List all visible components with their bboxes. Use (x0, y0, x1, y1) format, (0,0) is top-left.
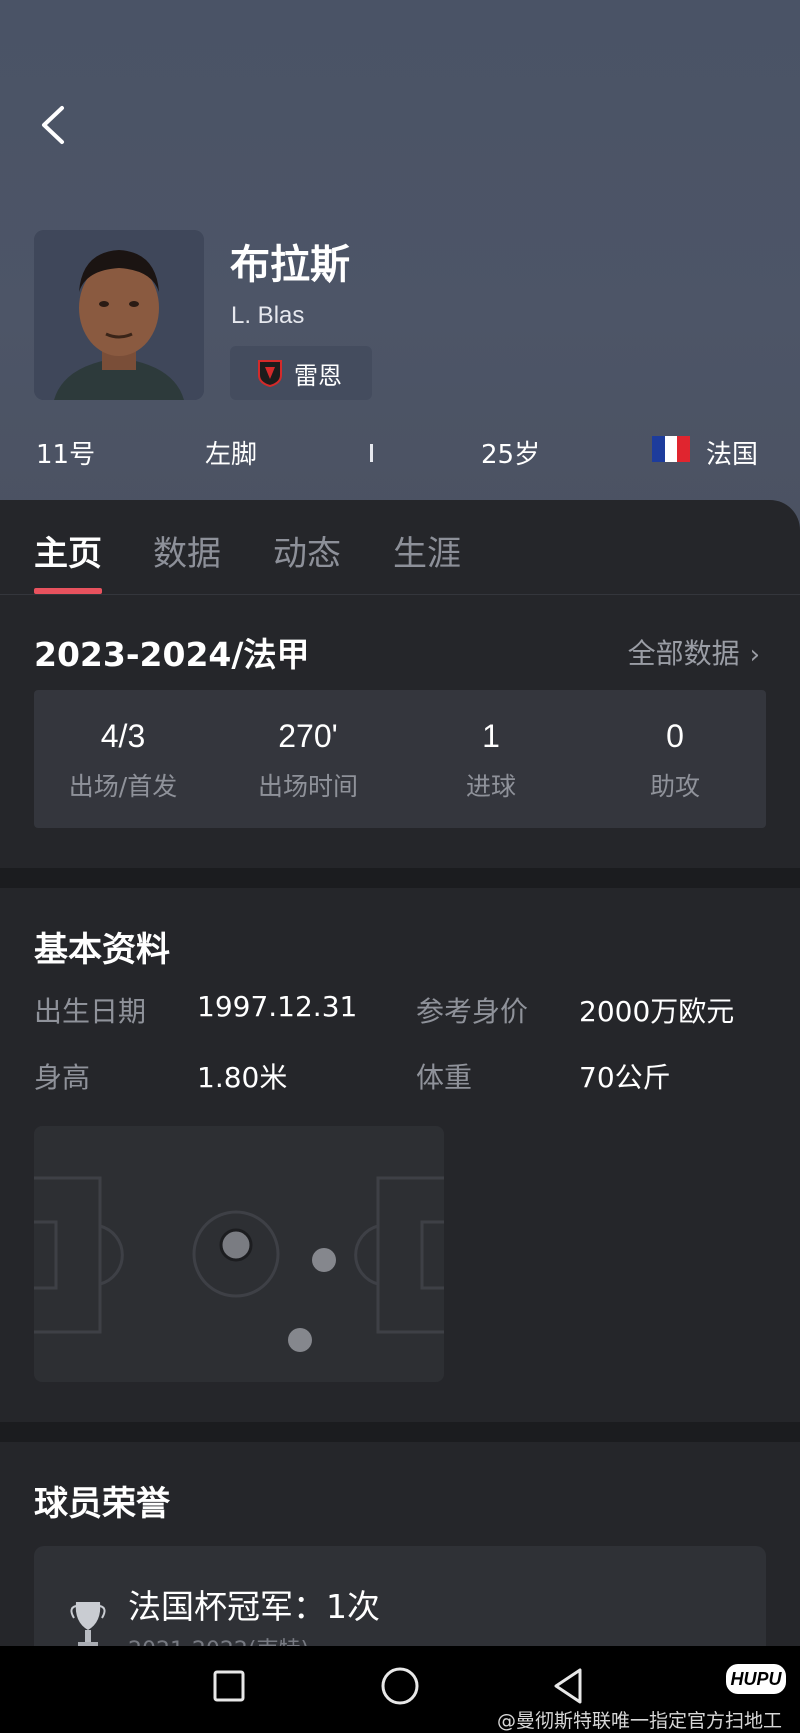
back-arrow-icon[interactable] (36, 100, 72, 150)
season-title: 2023-2024/法甲 (34, 635, 310, 674)
content-sheet: 主页 数据 动态 生涯 2023-2024/法甲 全部数据 › 4/3 出场/首发… (0, 500, 800, 1686)
stat-label: 出场时间 (257, 772, 358, 801)
tab-career[interactable]: 生涯 (393, 526, 461, 575)
stat-goals: 1 进球 (401, 718, 581, 803)
position-marker (312, 1248, 336, 1272)
market-value: 2000万欧元 (579, 995, 735, 1028)
height-value: 1.80米 (197, 1061, 288, 1094)
club-name: 雷恩 (294, 361, 342, 390)
tab-news[interactable]: 动态 (273, 526, 341, 575)
stat-minutes: 270' 出场时间 (218, 718, 398, 803)
back-triangle-icon[interactable] (548, 1664, 592, 1708)
section-separator (0, 1422, 800, 1442)
system-navigation-bar: HUPU @曼彻斯特联唯一指定官方扫地工 (0, 1646, 800, 1733)
player-name-cn: 布拉斯 (230, 242, 350, 288)
player-photo (34, 230, 204, 400)
honor-title: 法国杯冠军：1次 (128, 1587, 380, 1626)
player-nationality: 法国 (706, 440, 759, 470)
stat-assists: 0 助攻 (585, 718, 765, 803)
player-age: 25岁 (481, 440, 541, 470)
preferred-foot: 左脚 (205, 440, 258, 470)
weight-value: 70公斤 (579, 1061, 671, 1094)
rennes-logo-icon (258, 360, 282, 387)
birth-date-label: 出生日期 (34, 995, 147, 1028)
recent-apps-icon[interactable] (207, 1664, 251, 1708)
club-badge[interactable]: 雷恩 (230, 346, 372, 400)
stat-value: 4/3 (100, 718, 146, 754)
stat-value: 0 (666, 718, 684, 754)
all-data-link[interactable]: 全部数据 › (628, 632, 760, 672)
tab-bar: 主页 数据 动态 生涯 (0, 500, 800, 595)
shirt-number: 11号 (36, 440, 96, 470)
pitch-diagram (34, 1176, 444, 1352)
tab-home[interactable]: 主页 (34, 526, 102, 575)
stat-label: 进球 (465, 772, 516, 801)
tab-data[interactable]: 数据 (153, 526, 221, 575)
weight-label: 体重 (416, 1061, 473, 1094)
basic-info-title: 基本资料 (34, 930, 170, 970)
all-data-label: 全部数据 (627, 637, 740, 670)
chevron-right-icon: › (749, 640, 760, 670)
position-marker (288, 1328, 312, 1352)
height-label: 身高 (34, 1061, 91, 1094)
info-divider (370, 444, 373, 462)
stat-value: 1 (482, 718, 500, 754)
player-name-en: L. Blas (231, 302, 305, 329)
position-marker-primary (219, 1228, 253, 1262)
birth-date-value: 1997.12.31 (197, 990, 358, 1023)
player-avatar (34, 230, 204, 400)
player-header: 布拉斯 L. Blas 雷恩 11号 左脚 25岁 法国 (0, 0, 800, 530)
honors-title: 球员荣誉 (34, 1484, 170, 1524)
market-value-label: 参考身价 (416, 995, 529, 1028)
home-circle-icon[interactable] (378, 1664, 422, 1708)
stat-appearances: 4/3 出场/首发 (33, 718, 213, 803)
stat-label: 出场/首发 (68, 772, 178, 801)
watermark-text: @曼彻斯特联唯一指定官方扫地工 (496, 1710, 782, 1732)
season-stats-box: 4/3 出场/首发 270' 出场时间 1 进球 0 助攻 (34, 690, 766, 828)
france-flag-icon (652, 436, 691, 462)
position-pitch-map (34, 1126, 444, 1382)
active-tab-indicator (34, 588, 102, 594)
stat-label: 助攻 (649, 772, 700, 801)
hupu-logo: HUPU (726, 1664, 786, 1694)
stat-value: 270' (278, 718, 338, 754)
section-separator (0, 868, 800, 888)
